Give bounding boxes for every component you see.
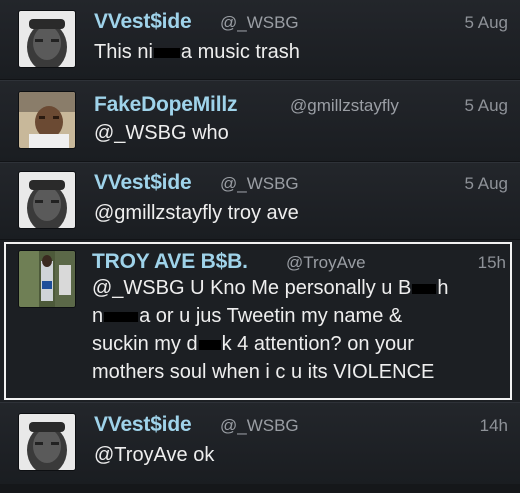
display-name[interactable]: TROY AVE B$B. xyxy=(92,250,248,274)
tweet-text-line: @_WSBG U Kno Me personally u B h xyxy=(92,274,448,302)
censor-bar xyxy=(153,47,180,58)
tweet-item[interactable]: VVest$ide @_WSBG 14h @TroyAve ok xyxy=(0,402,520,484)
display-name[interactable]: VVest$ide xyxy=(94,10,192,34)
tweet-text-part: n xyxy=(92,305,104,327)
tweet-text-line: n a or u jus Tweetin my name & xyxy=(92,302,402,330)
tweet-item[interactable]: FakeDopeMillz @gmillzstayfly 5 Aug @_WSB… xyxy=(0,80,520,162)
tweet-item[interactable]: VVest$ide @_WSBG 5 Aug This ni a music tr… xyxy=(0,0,520,80)
tweet-text-part: suckin my d xyxy=(92,333,198,355)
tweet-item-highlighted[interactable]: TROY AVE B$B. @TroyAve 15h @_WSBG U Kno … xyxy=(4,242,512,400)
tweet-text-line: suckin my d k 4 attention? on your xyxy=(92,330,414,358)
user-handle[interactable]: @TroyAve xyxy=(286,253,366,273)
tweet-text-part: a music trash xyxy=(180,41,300,63)
avatar[interactable] xyxy=(18,250,76,308)
censor-bar xyxy=(412,283,437,294)
tweet-text-part: h xyxy=(437,277,449,299)
timestamp: 5 Aug xyxy=(464,174,509,193)
user-handle[interactable]: @_WSBG xyxy=(220,416,299,436)
tweet-text: @TroyAve ok xyxy=(94,444,215,466)
display-name[interactable]: FakeDopeMillz xyxy=(94,93,237,117)
display-name[interactable]: VVest$ide xyxy=(94,413,192,437)
tweet-text-part: @_WSBG U Kno Me personally u B xyxy=(92,277,412,299)
timestamp: 15h xyxy=(477,253,506,272)
divider xyxy=(0,484,520,493)
timestamp: 14h xyxy=(479,416,508,435)
tweet-text: @gmillzstayfly troy ave xyxy=(94,202,299,224)
tweet-feed: VVest$ide @_WSBG 5 Aug This ni a music tr… xyxy=(0,0,520,493)
avatar[interactable] xyxy=(18,10,76,68)
censor-bar xyxy=(198,339,221,350)
avatar[interactable] xyxy=(18,413,76,471)
avatar[interactable] xyxy=(18,91,76,149)
timestamp: 5 Aug xyxy=(464,13,509,32)
timestamp: 5 Aug xyxy=(464,96,509,115)
tweet-text: This ni a music trash xyxy=(94,38,300,66)
censor-bar xyxy=(104,311,139,322)
display-name[interactable]: VVest$ide xyxy=(94,171,192,195)
tweet-text-part: k 4 attention? on your xyxy=(221,333,414,355)
user-handle[interactable]: @gmillzstayfly xyxy=(290,96,399,116)
tweet-text-line: mothers soul when i c u its VIOLENCE xyxy=(92,361,435,383)
user-handle[interactable]: @_WSBG xyxy=(220,174,299,194)
avatar[interactable] xyxy=(18,171,76,229)
tweet-text-part: a or u jus Tweetin my name & xyxy=(139,305,403,327)
tweet-text-part: This ni xyxy=(94,41,153,63)
tweet-text: @_WSBG who xyxy=(94,122,229,144)
tweet-item[interactable]: VVest$ide @_WSBG 5 Aug @gmillzstayfly tr… xyxy=(0,162,520,240)
user-handle[interactable]: @_WSBG xyxy=(220,13,299,33)
